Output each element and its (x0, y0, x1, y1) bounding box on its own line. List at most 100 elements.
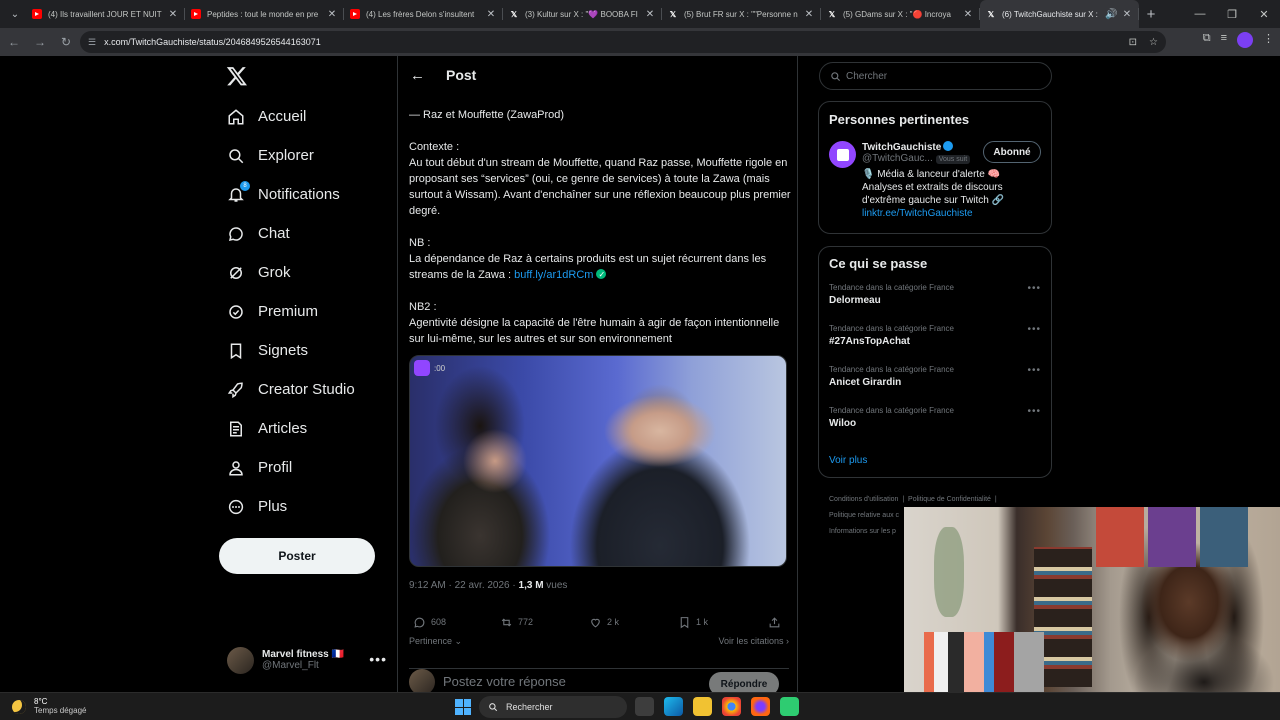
account-switcher[interactable]: Marvel fitness 🇫🇷 @Marvel_Flt ••• (227, 645, 387, 675)
chrome-icon[interactable] (722, 697, 741, 716)
maximize-icon[interactable]: ❐ (1216, 0, 1248, 28)
nav-item-bookmarks[interactable]: Signets (226, 331, 355, 370)
x-logo-icon[interactable] (226, 65, 248, 87)
nav-item-notifications[interactable]: 8 Notifications (226, 175, 355, 214)
extensions-icon[interactable]: ⧉ (1203, 32, 1211, 48)
sort-dropdown[interactable]: Pertinence ⌄ (409, 636, 462, 646)
more-options-icon[interactable]: ••• (1027, 324, 1041, 335)
reload-icon[interactable]: ↻ (54, 30, 78, 54)
x-icon: 𝕏 (828, 9, 836, 19)
more-options-icon[interactable]: ••• (1027, 406, 1041, 417)
site-info-icon[interactable]: ☰ (88, 37, 96, 48)
edge-icon[interactable] (664, 697, 683, 716)
nb2-text: Agentivité désigne la capacité de l'être… (409, 317, 780, 345)
browser-tab[interactable]: Peptides : tout le monde en pre ✕ (185, 0, 344, 28)
windows-start-icon[interactable] (455, 699, 471, 715)
media-controls-icon[interactable]: ≡ (1221, 32, 1227, 48)
minimize-icon[interactable]: — (1184, 0, 1216, 28)
context-heading: Contexte : (409, 141, 460, 153)
browser-tab[interactable]: 𝕏 (5) GDams sur X : "🔴 Incroya ✕ (821, 0, 980, 28)
file-explorer-icon[interactable] (693, 697, 712, 716)
views-label: vues (543, 580, 568, 591)
audio-icon[interactable]: 🔊 (1105, 9, 1117, 20)
search-icon (226, 146, 246, 166)
browser-menu-icon[interactable]: ⋮ (1263, 32, 1274, 48)
trend-item[interactable]: Tendance dans la catégorie France Wiloo … (829, 406, 1041, 435)
install-icon[interactable]: ⊡ (1129, 37, 1137, 48)
nav-item-home[interactable]: Accueil (226, 97, 355, 136)
trend-item[interactable]: Tendance dans la catégorie France #27Ans… (829, 324, 1041, 353)
reply-button[interactable]: 608 (413, 614, 500, 630)
relevant-person[interactable]: TwitchGauchiste @TwitchGauc... Vous suit … (829, 141, 1041, 220)
firefox-icon[interactable] (751, 697, 770, 716)
nav-item-articles[interactable]: Articles (226, 409, 355, 448)
see-more-link[interactable]: Voir plus (829, 455, 867, 466)
close-tab-icon[interactable]: ✕ (326, 9, 338, 20)
terms-link[interactable]: Conditions d'utilisation (829, 496, 898, 503)
profile-avatar[interactable] (1237, 32, 1253, 48)
browser-tab[interactable]: 𝕏 (3) Kultur sur X : "💜 BOOBA FI ✕ (503, 0, 662, 28)
post-button[interactable]: Poster (219, 538, 375, 574)
nav-item-chat[interactable]: Chat (226, 214, 355, 253)
share-button[interactable] (768, 614, 781, 630)
weather-widget[interactable]: 8°C Temps dégagé (12, 697, 86, 716)
post-header: ← Post (398, 56, 797, 94)
more-options-icon[interactable]: ••• (1027, 283, 1041, 294)
nav-item-premium[interactable]: Premium (226, 292, 355, 331)
bookmark-button[interactable]: 1 k (678, 614, 768, 630)
nav-item-profile[interactable]: Profil (226, 448, 355, 487)
nav-item-grok[interactable]: Grok (226, 253, 355, 292)
back-icon[interactable]: ← (2, 30, 26, 54)
new-tab-button[interactable]: + (1139, 6, 1163, 23)
bio-link[interactable]: linktr.ee/TwitchGauchiste (862, 208, 973, 219)
privacy-link[interactable]: Politique de Confidentialité (908, 496, 991, 503)
close-tab-icon[interactable]: ✕ (644, 9, 656, 20)
trend-item[interactable]: Tendance dans la catégorie France Anicet… (829, 365, 1041, 394)
nav-label: Profil (258, 459, 293, 476)
browser-tab[interactable]: (4) Ils travaillent JOUR ET NUIT ✕ (26, 0, 185, 28)
post-byline: — Raz et Mouffette (ZawaProd) (409, 109, 565, 121)
nav-item-more[interactable]: Plus (226, 487, 355, 526)
repost-button[interactable]: 772 (500, 614, 589, 630)
video-player[interactable]: :00 (409, 355, 787, 567)
close-tab-icon[interactable]: ✕ (803, 9, 815, 20)
nb-paragraph: La dépendance de Raz à certains produits… (409, 251, 791, 283)
url-text[interactable]: x.com/TwitchGauchiste/status/20468495265… (104, 37, 321, 47)
bookmark-star-icon[interactable]: ☆ (1149, 37, 1158, 48)
articles-icon (226, 419, 246, 439)
browser-tab-active[interactable]: 𝕏 (6) TwitchGauchiste sur X : 🔊 ✕ (980, 0, 1139, 28)
more-options-icon[interactable]: ••• (369, 651, 387, 667)
view-quotes-link[interactable]: Voir les citations › (718, 636, 789, 646)
bookmark-icon (226, 341, 246, 361)
taskbar-search[interactable]: Rechercher (479, 696, 627, 718)
temperature: 8°C (34, 697, 48, 706)
forward-icon[interactable]: → (28, 30, 52, 54)
more-options-icon[interactable]: ••• (1027, 365, 1041, 376)
following-button[interactable]: Abonné (983, 141, 1041, 163)
nav-item-explore[interactable]: Explorer (226, 136, 355, 175)
app-icon[interactable] (780, 697, 799, 716)
address-bar[interactable]: ☰ x.com/TwitchGauchiste/status/204684952… (80, 31, 1166, 53)
browser-tab-strip: ⌄ (4) Ils travaillent JOUR ET NUIT ✕ Pept… (0, 0, 1280, 28)
reply-input[interactable]: Postez votre réponse (443, 674, 566, 689)
ads-info-link[interactable]: Informations sur les p (829, 528, 896, 535)
like-button[interactable]: 2 k (589, 614, 678, 630)
close-window-icon[interactable]: ✕ (1248, 0, 1280, 28)
close-tab-icon[interactable]: ✕ (485, 9, 497, 20)
nav-item-creator-studio[interactable]: Creator Studio (226, 370, 355, 409)
close-tab-icon[interactable]: ✕ (167, 9, 179, 20)
tab-search-button[interactable]: ⌄ (4, 4, 26, 24)
cookies-link[interactable]: Politique relative aux c (829, 512, 899, 519)
nb-link[interactable]: buff.ly/ar1dRCm (514, 269, 593, 281)
search-input[interactable]: Chercher (819, 62, 1052, 90)
close-tab-icon[interactable]: ✕ (1121, 9, 1133, 20)
close-tab-icon[interactable]: ✕ (962, 9, 974, 20)
page-title: Post (446, 67, 477, 83)
rocket-icon (226, 380, 246, 400)
task-view-icon[interactable] (635, 697, 654, 716)
twitch-avatar[interactable] (829, 141, 856, 168)
trend-item[interactable]: Tendance dans la catégorie France Delorm… (829, 283, 1041, 312)
browser-tab[interactable]: (4) Les frères Delon s'insultent ✕ (344, 0, 503, 28)
back-arrow-icon[interactable]: ← (410, 67, 436, 84)
browser-tab[interactable]: 𝕏 (5) Brut FR sur X : ""Personne n ✕ (662, 0, 821, 28)
